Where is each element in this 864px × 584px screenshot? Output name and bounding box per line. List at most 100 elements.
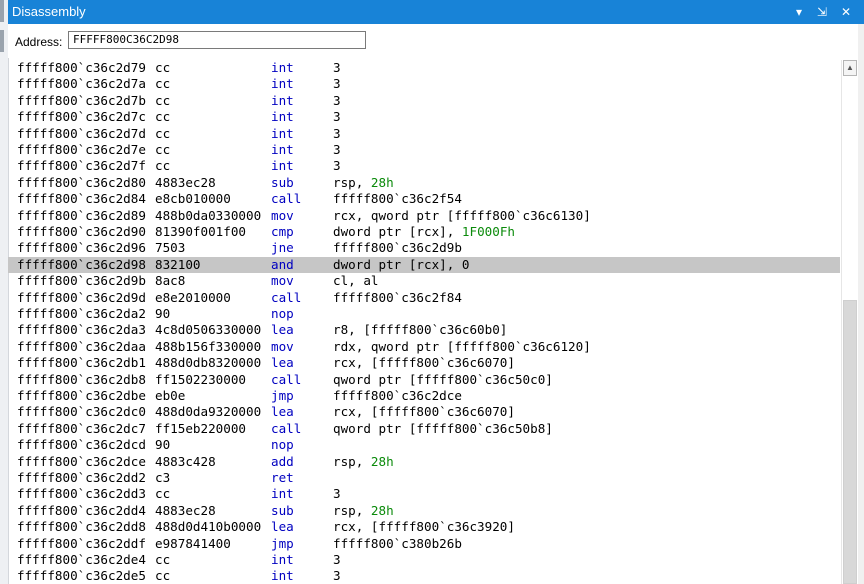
instruction-mnemonic: int: [271, 60, 294, 75]
instruction-row[interactable]: fffff800`c36c2d79 cc int 3: [8, 60, 840, 76]
instruction-address: fffff800`c36c2da3: [17, 322, 146, 338]
instruction-mnemonic: mov: [271, 207, 294, 223]
instruction-row[interactable]: fffff800`c36c2d80 4883ec28 sub rsp, 28h: [8, 175, 840, 191]
numeric-literal: 1F000Fh: [461, 224, 515, 239]
instruction-row[interactable]: fffff800`c36c2d7f cc int 3: [8, 158, 840, 174]
instruction-address: fffff800`c36c2d84: [17, 191, 146, 207]
dropdown-menu-icon[interactable]: ▾: [790, 2, 808, 22]
instruction-address: fffff800`c36c2d80: [17, 174, 146, 190]
instruction-row[interactable]: fffff800`c36c2db1 488d0db8320000 lea rcx, […: [8, 355, 840, 371]
instruction-mnemonic: call: [271, 191, 302, 207]
instruction-address: fffff800`c36c2dcd: [17, 437, 146, 453]
instruction-row[interactable]: fffff800`c36c2dc0 488d0da9320000 lea rcx, […: [8, 404, 840, 420]
instruction-address: fffff800`c36c2dc0: [17, 404, 146, 420]
instruction-row[interactable]: fffff800`c36c2de4 cc int 3: [8, 552, 840, 568]
operand-text: fffff800`c380b26b: [333, 535, 462, 551]
instruction-operands: dword ptr [rcx], 1F000Fh: [333, 224, 515, 240]
instruction-bytes: 488d0d410b0000: [155, 519, 262, 535]
instruction-row[interactable]: fffff800`c36c2daa 488b156f330000 mov rdx, q…: [8, 339, 840, 355]
instruction-row[interactable]: fffff800`c36c2d9d e8e2010000 call fffff800`…: [8, 290, 840, 306]
dock-tab-marker[interactable]: [0, 30, 4, 52]
operand-text: fffff800`c36c2f84: [333, 289, 462, 305]
operand-text: dword ptr [rcx],: [333, 224, 462, 239]
instruction-bytes: e8cb010000: [155, 191, 231, 207]
instruction-bytes: cc: [155, 92, 171, 108]
instruction-operands: rcx, [fffff800`c36c6070]: [333, 355, 515, 371]
scroll-up-arrow-icon[interactable]: ▲: [843, 60, 857, 76]
instruction-address: fffff800`c36c2dd2: [17, 470, 146, 485]
instruction-row[interactable]: fffff800`c36c2da3 4c8d0506330000 lea r8, [f…: [8, 322, 840, 338]
instruction-row[interactable]: fffff800`c36c2d90 81390f001f00 cmp dword pt…: [8, 224, 840, 240]
instruction-operands: 3: [333, 486, 341, 502]
operand-text: rsp,: [333, 453, 371, 469]
instruction-address: fffff800`c36c2d7f: [17, 158, 146, 174]
close-icon[interactable]: ✕: [837, 2, 855, 22]
instruction-address: fffff800`c36c2da2: [17, 306, 146, 321]
instruction-row[interactable]: fffff800`c36c2d89 488b0da0330000 mov rcx, q…: [8, 208, 840, 224]
address-input[interactable]: FFFFF800C36C2D98: [68, 31, 366, 49]
instruction-row[interactable]: fffff800`c36c2da2 90 nop: [8, 306, 840, 322]
instruction-address: fffff800`c36c2d79: [17, 60, 146, 75]
instruction-operands: fffff800`c36c2f54: [333, 191, 462, 207]
instruction-row[interactable]: fffff800`c36c2d7d cc int 3: [8, 126, 840, 142]
instruction-row[interactable]: fffff800`c36c2d7a cc int 3: [8, 76, 840, 92]
instruction-operands: 3: [333, 60, 341, 76]
instruction-row[interactable]: fffff800`c36c2dcd 90 nop: [8, 437, 840, 453]
instruction-row[interactable]: fffff800`c36c2db8 ff1502230000 call qword p…: [8, 372, 840, 388]
instruction-mnemonic: int: [271, 568, 294, 584]
instruction-mnemonic: int: [271, 109, 294, 125]
instruction-bytes: 90: [155, 437, 171, 453]
instruction-bytes: 4883c428: [155, 453, 216, 469]
numeric-literal: 28h: [370, 174, 394, 190]
instruction-bytes: cc: [155, 142, 171, 157]
instruction-row[interactable]: fffff800`c36c2dd4 4883ec28 sub rsp, 28h: [8, 503, 840, 519]
instruction-row[interactable]: fffff800`c36c2ddf e987841400 jmp fffff800`c…: [8, 536, 840, 552]
instruction-operands: 3: [333, 552, 341, 568]
instruction-row[interactable]: fffff800`c36c2d7b cc int 3: [8, 93, 840, 109]
instruction-mnemonic: int: [271, 92, 294, 108]
disassembly-listing[interactable]: fffff800`c36c2d79 cc int 3 fffff800`c36c2d7a…: [8, 60, 840, 584]
instruction-mnemonic: lea: [271, 322, 294, 338]
pin-icon[interactable]: ⇲: [813, 2, 831, 22]
instruction-row[interactable]: fffff800`c36c2d96 7503 jne fffff800`c36c2d9…: [8, 240, 840, 256]
instruction-mnemonic: ret: [271, 470, 294, 485]
instruction-row[interactable]: fffff800`c36c2dce 4883c428 add rsp, 28h: [8, 454, 840, 470]
instruction-row[interactable]: fffff800`c36c2dc7 ff15eb220000 call qword p…: [8, 421, 840, 437]
instruction-row[interactable]: fffff800`c36c2de5 cc int 3: [8, 568, 840, 584]
operand-text: 3: [333, 76, 341, 92]
instruction-row[interactable]: fffff800`c36c2d84 e8cb010000 call fffff800`…: [8, 191, 840, 207]
instruction-row[interactable]: fffff800`c36c2dd3 cc int 3: [8, 486, 840, 502]
instruction-operands: 3: [333, 568, 341, 584]
window-title: Disassembly: [12, 4, 86, 19]
instruction-row[interactable]: fffff800`c36c2dd8 488d0d410b0000 lea rcx, […: [8, 519, 840, 535]
numeric-literal: 28h: [370, 453, 394, 469]
operand-text: rcx, qword ptr [fffff800`c36c6130]: [333, 207, 591, 223]
instruction-mnemonic: nop: [271, 437, 294, 453]
instruction-row[interactable]: fffff800`c36c2d7c cc int 3: [8, 109, 840, 125]
operand-text: 3: [333, 60, 341, 75]
instruction-address: fffff800`c36c2dd3: [17, 486, 146, 502]
instruction-bytes: 4883ec28: [155, 174, 216, 190]
instruction-address: fffff800`c36c2d9d: [17, 289, 146, 305]
current-instruction-row[interactable]: fffff800`c36c2d98 832100 and dword ptr [rcx…: [8, 256, 840, 274]
instruction-address: fffff800`c36c2db1: [17, 355, 146, 371]
instruction-address: fffff800`c36c2d7a: [17, 76, 146, 92]
instruction-mnemonic: int: [271, 142, 294, 157]
operand-text: fffff800`c36c2dce: [333, 388, 462, 403]
vertical-scrollbar[interactable]: ▲: [841, 60, 859, 584]
dock-tab-marker[interactable]: [0, 0, 4, 22]
instruction-mnemonic: int: [271, 552, 294, 567]
instruction-address: fffff800`c36c2de5: [17, 568, 146, 584]
instruction-row[interactable]: fffff800`c36c2dbe eb0e jmp fffff800`c36c2dc…: [8, 388, 840, 404]
operand-text: rsp,: [333, 174, 371, 190]
instruction-row[interactable]: fffff800`c36c2dd2 c3 ret: [8, 470, 840, 486]
instruction-bytes: cc: [155, 552, 171, 567]
instruction-bytes: 832100: [155, 256, 201, 272]
instruction-row[interactable]: fffff800`c36c2d7e cc int 3: [8, 142, 840, 158]
instruction-bytes: eb0e: [155, 388, 186, 403]
instruction-bytes: 488b156f330000: [155, 338, 262, 354]
operand-text: rsp,: [333, 502, 371, 518]
scroll-thumb[interactable]: [843, 300, 857, 584]
instruction-operands: fffff800`c380b26b: [333, 536, 462, 552]
instruction-row[interactable]: fffff800`c36c2d9b 8ac8 mov cl, al: [8, 273, 840, 289]
